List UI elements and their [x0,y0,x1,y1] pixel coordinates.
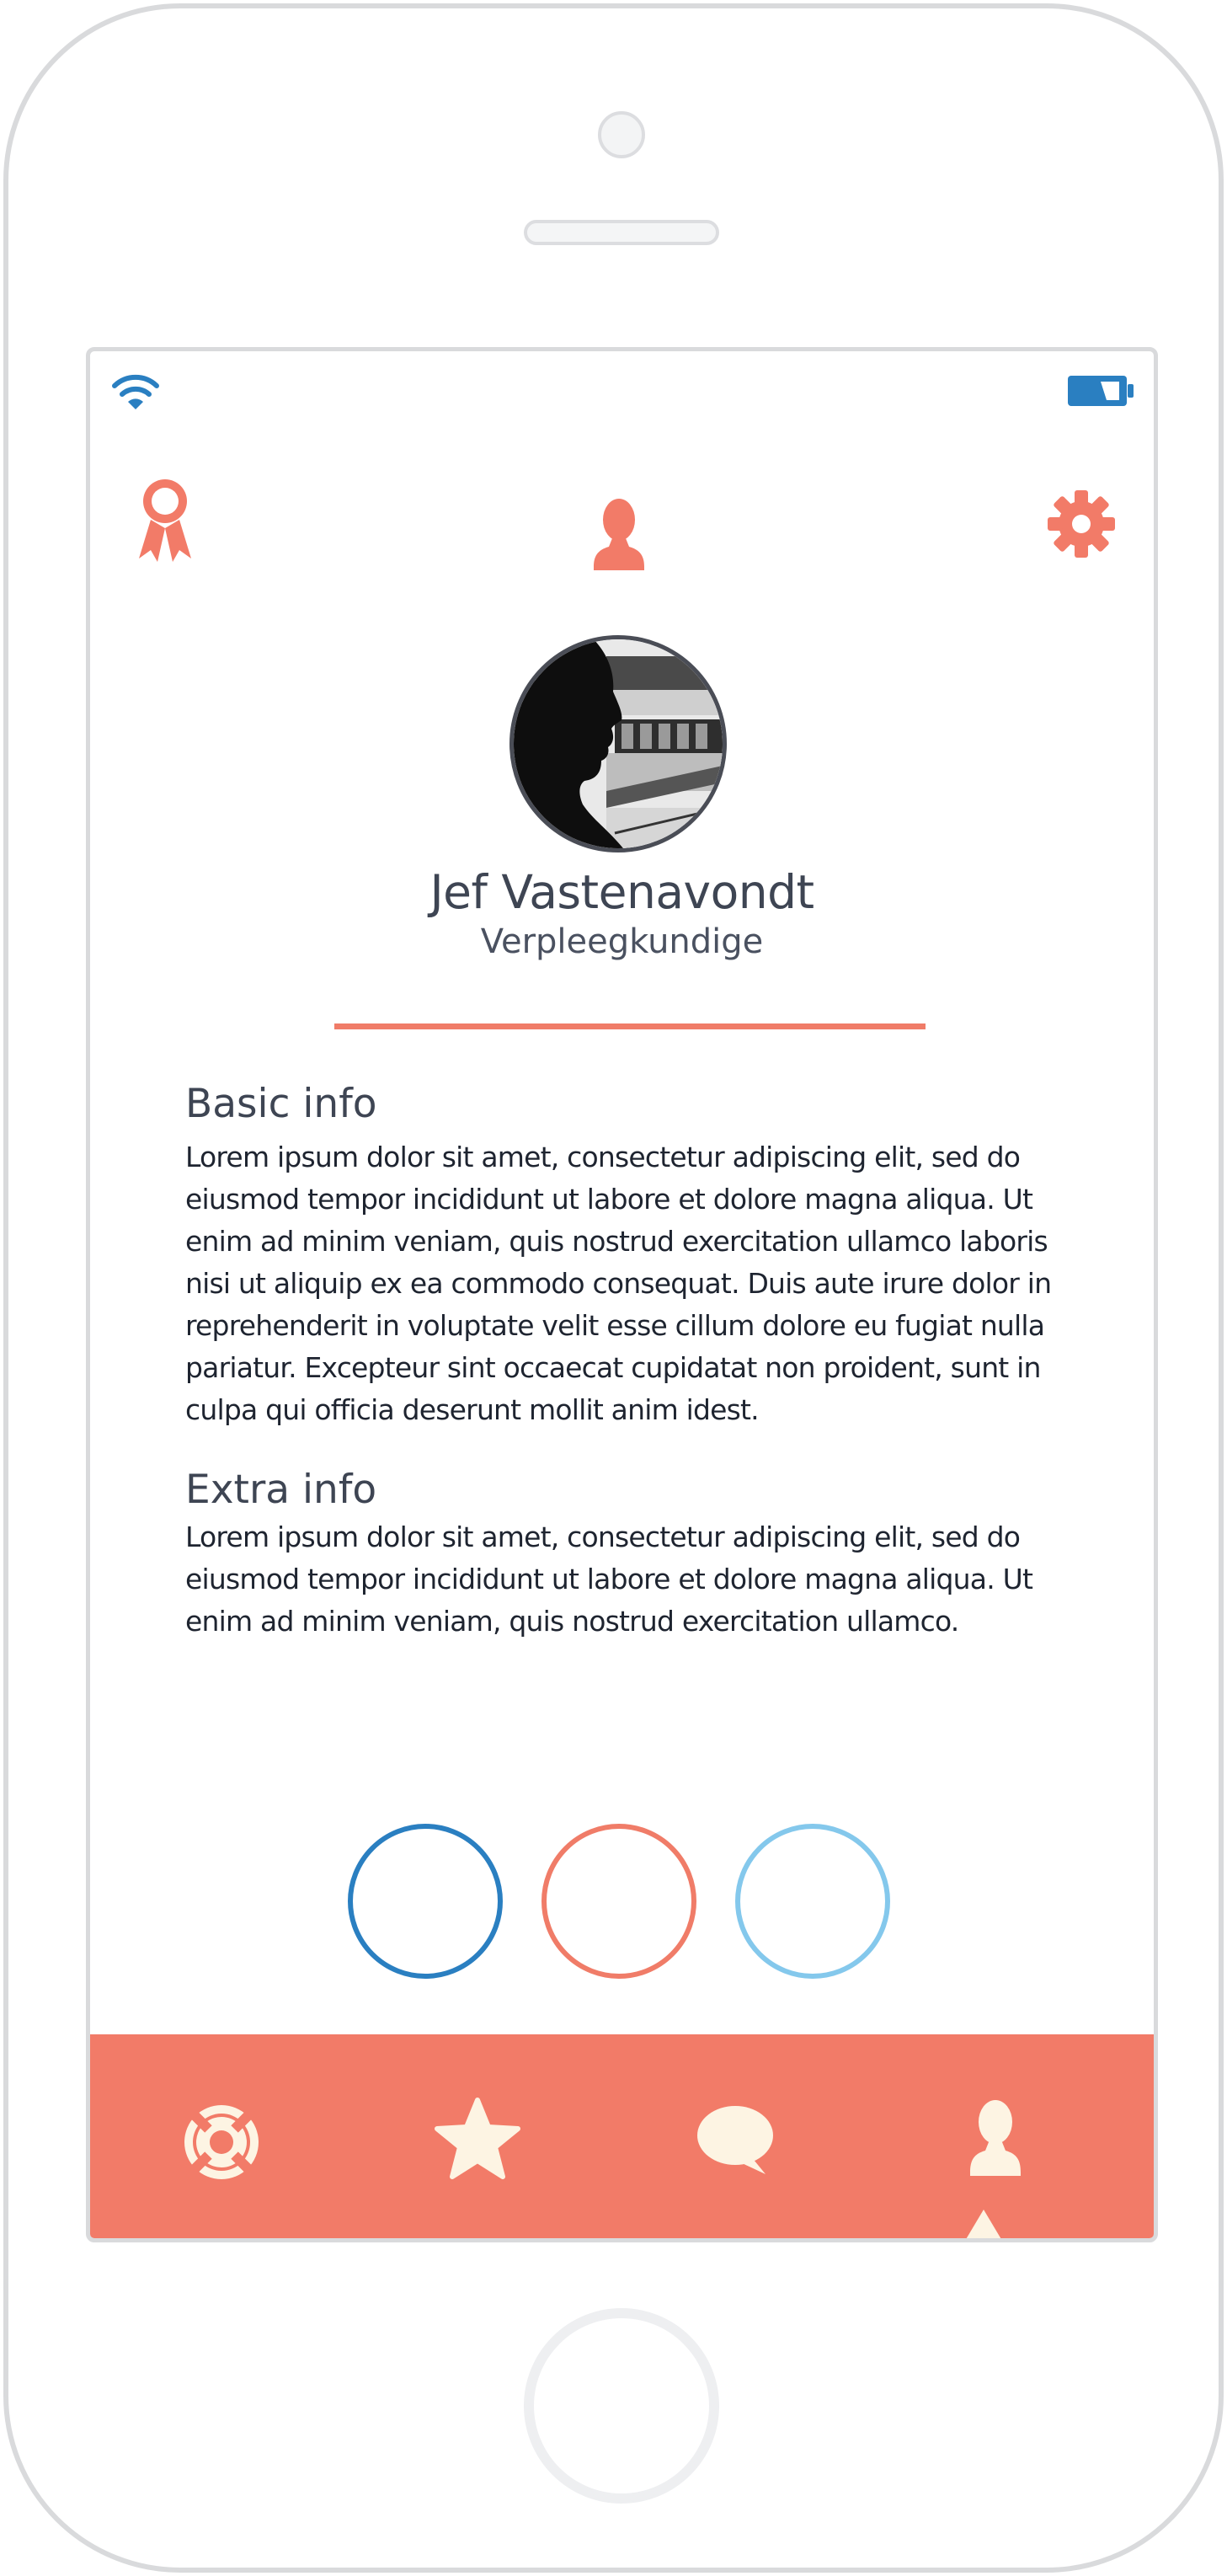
award-icon[interactable] [136,476,195,564]
section-title-basic-info: Basic info [185,1081,377,1127]
chat-bubble-icon[interactable] [695,2103,776,2176]
page-indicator-circle-3[interactable] [735,1824,890,1979]
profile-icon[interactable] [968,2098,1022,2176]
home-button[interactable] [524,2308,719,2504]
profile-icon[interactable] [592,496,646,570]
page-indicator-circle-2[interactable] [541,1824,696,1979]
avatar[interactable] [509,635,727,852]
tab-bar [90,2034,1154,2238]
front-camera [598,111,645,158]
divider [334,1023,926,1029]
section-title-extra-info: Extra info [185,1467,377,1513]
profile-name: Jef Vastenavondt [429,865,814,919]
page-indicator-circle-1[interactable] [348,1824,503,1979]
gear-icon[interactable] [1047,489,1116,558]
section-body-basic-info: Lorem ipsum dolor sit amet, consectetur … [185,1141,1052,1426]
phone-frame: Jef Vastenavondt Verpleegkundige Basic i… [3,3,1224,2573]
wifi-icon [112,374,159,409]
lifebuoy-icon[interactable] [179,2100,264,2184]
star-icon[interactable] [433,2097,522,2181]
active-tab-indicator [966,2210,1001,2238]
avatar-photo [514,639,723,848]
earpiece-speaker [524,220,719,245]
app-screen: Jef Vastenavondt Verpleegkundige Basic i… [86,347,1158,2242]
section-body-extra-info: Lorem ipsum dolor sit amet, consectetur … [185,1520,1033,1638]
profile-role: Verpleegkundige [480,922,764,961]
battery-icon [1068,376,1134,406]
